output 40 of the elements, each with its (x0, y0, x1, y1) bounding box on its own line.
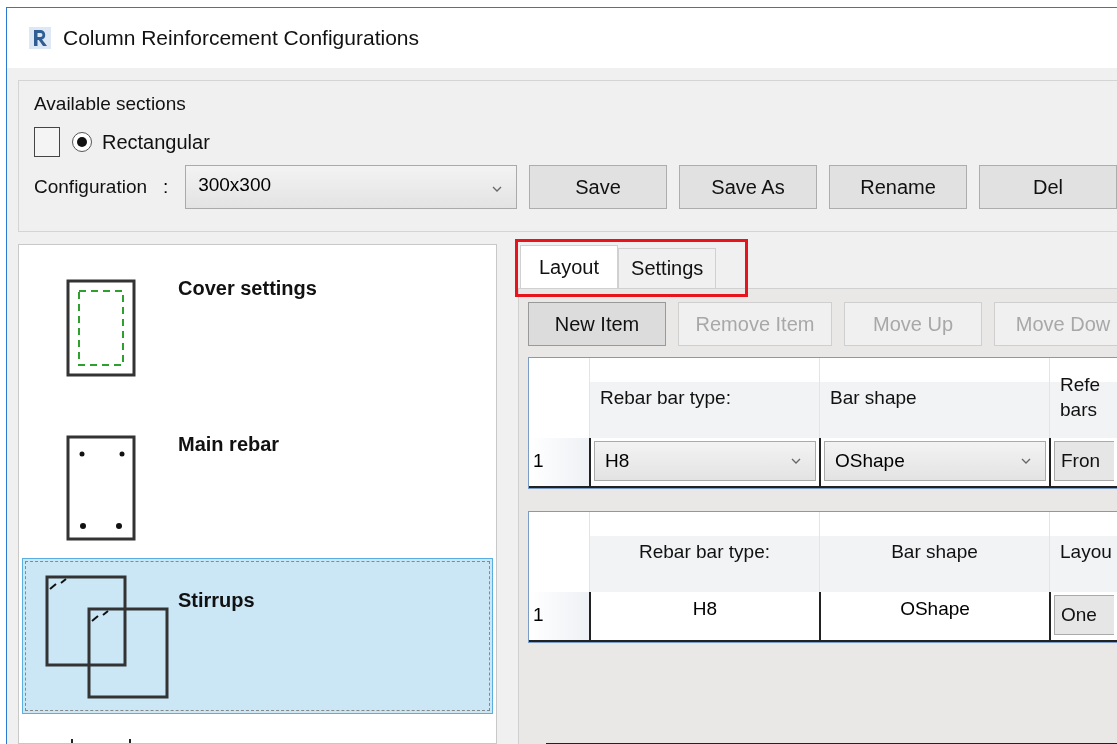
configuration-label: Configuration (34, 176, 148, 198)
column-header: Refe bars (1060, 373, 1101, 422)
section-label: Cover settings (178, 277, 317, 300)
section-label: Stirrups (178, 589, 255, 612)
cover-section-icon (65, 279, 136, 377)
table-cell: OShape (819, 592, 1049, 640)
tab[interactable]: Layout (520, 245, 619, 288)
action-button[interactable]: Del (979, 165, 1117, 209)
column-header: Rebar bar type: (600, 385, 731, 410)
cell-dropdown[interactable]: OShape (824, 441, 1046, 481)
caret-icon (492, 186, 502, 192)
action-button[interactable]: Save (529, 165, 667, 209)
section-item[interactable]: Main rebar (22, 402, 493, 558)
colon-separator: : (163, 176, 170, 198)
radio-button[interactable] (72, 132, 92, 152)
column-header: Bar shape (830, 385, 917, 410)
stirrups-icon (45, 575, 169, 699)
toolbar-button[interactable]: New Item (528, 302, 666, 346)
rebar-section-icon (65, 435, 136, 541)
section-item[interactable]: Cover settings (22, 246, 493, 402)
group-label: Available sections (34, 93, 186, 115)
tab[interactable]: Settings (618, 248, 717, 288)
radio-label[interactable]: Rectangular (102, 130, 210, 154)
section-label: Main rebar (178, 433, 280, 456)
section-item[interactable]: Stirrups (22, 558, 493, 714)
caret-icon (1021, 458, 1031, 464)
app-logo-icon (29, 27, 51, 49)
cell-button[interactable]: Fron (1054, 441, 1114, 481)
window-title: Column Reinforcement Configurations (63, 26, 419, 50)
cell-dropdown[interactable]: H8 (594, 441, 816, 481)
checkbox[interactable] (34, 127, 60, 157)
action-button[interactable]: Rename (829, 165, 967, 209)
column-header: Rebar bar type: (639, 539, 770, 564)
configuration-dropdown[interactable]: 300x300 (185, 165, 517, 209)
table-cell: H8 (589, 592, 819, 640)
action-button[interactable]: Save As (679, 165, 817, 209)
column-header: Bar shape (891, 539, 978, 564)
cell-button[interactable]: One (1054, 595, 1114, 635)
column-header: Layou (1060, 539, 1112, 564)
caret-icon (791, 458, 801, 464)
